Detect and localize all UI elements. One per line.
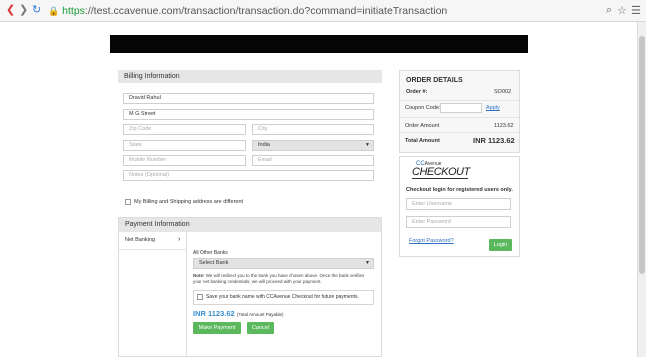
chevron-down-icon: ▼ (365, 142, 370, 148)
mobile-field[interactable]: Mobile Number (123, 155, 246, 166)
forgot-password-link[interactable]: Forgot Password? (409, 238, 454, 244)
total-value: INR 1123.62 (473, 136, 515, 145)
tab-divider (119, 249, 186, 250)
logo-checkout: CHECKOUT (412, 166, 470, 178)
shipping-diff-label: My Billing and Shipping address are diff… (134, 199, 244, 205)
login-button[interactable]: Login (489, 239, 512, 251)
chevron-down-icon: ▼ (365, 260, 370, 266)
country-value: India (258, 142, 270, 148)
cancel-button[interactable]: Cancel (247, 322, 274, 334)
payment-title: Payment Information (119, 218, 381, 232)
payable-amount: INR 1123.62 (193, 309, 235, 318)
bank-select[interactable]: Select Bank ▼ (193, 258, 374, 269)
search-icon[interactable]: ⌕ (606, 4, 612, 17)
merchant-banner (110, 35, 528, 53)
order-amount-value: 1123.62 (494, 123, 514, 129)
address-field[interactable]: M G Street (123, 109, 374, 120)
total-label: Total Amount (405, 138, 440, 144)
name-field[interactable]: Dravid Rahul (123, 93, 374, 104)
save-bank-checkbox[interactable] (197, 294, 203, 300)
forward-icon[interactable]: ❯ (19, 3, 28, 17)
state-field[interactable]: State (123, 140, 246, 151)
order-divider-1 (400, 100, 519, 101)
coupon-label: Coupon Code: (405, 105, 441, 111)
username-field[interactable]: Enter Username (406, 198, 511, 210)
browser-toolbar: ❮ ❯ ↻ 🔒 https://test.ccavenue.com/transa… (0, 0, 646, 22)
zip-field[interactable]: Zip Code (123, 124, 246, 135)
email-field[interactable]: Email (252, 155, 374, 166)
menu-icon[interactable]: ☰ (631, 4, 641, 17)
order-divider-3 (400, 132, 519, 133)
city-field[interactable]: City (252, 124, 374, 135)
payment-panel: Payment Information (118, 217, 382, 357)
scrollbar-thumb[interactable] (639, 36, 645, 274)
url-scheme: https (62, 5, 85, 17)
login-heading: Checkout login for registered users only… (406, 187, 513, 193)
apply-link[interactable]: Apply (486, 105, 500, 111)
payable-amount-note: (Total Amount Payable) (237, 312, 284, 317)
coupon-input[interactable] (440, 103, 482, 113)
order-divider-2 (400, 117, 519, 118)
url-rest: ://test.ccavenue.com/transaction/transac… (84, 5, 448, 17)
lock-icon: 🔒 (48, 6, 60, 16)
billing-title: Billing Information (118, 70, 382, 83)
order-amount-label: Order Amount (405, 123, 440, 129)
page-viewport: Billing Information Dravid Rahul M G Str… (0, 22, 637, 357)
password-field[interactable]: Enter Password (406, 216, 511, 228)
chevron-right-icon: › (178, 236, 181, 243)
note-text: We will redirect you to the bank you hav… (193, 273, 365, 284)
country-select[interactable]: India ▼ (252, 140, 374, 151)
shipping-diff-checkbox[interactable] (125, 199, 131, 205)
order-no-label: Order #: (406, 89, 428, 95)
logo-underline (412, 178, 468, 179)
scrollbar[interactable] (637, 22, 646, 357)
all-other-banks-label: All Other Banks (193, 250, 228, 256)
bank-select-value: Select Bank (199, 260, 229, 266)
notes-field[interactable]: Notes (Optional) (123, 170, 374, 181)
ccavenue-checkout-logo: CCAvenue CHECKOUT (412, 161, 470, 179)
redirect-note: Note: We will redirect you to the bank y… (193, 273, 374, 285)
star-icon[interactable]: ☆ (617, 4, 627, 17)
note-bold: Note: (193, 273, 205, 278)
order-details-title: ORDER DETAILS (406, 77, 463, 84)
reload-icon[interactable]: ↻ (32, 3, 41, 17)
address-bar[interactable]: 🔒 https://test.ccavenue.com/transaction/… (48, 3, 602, 19)
back-icon[interactable]: ❮ (6, 3, 15, 17)
make-payment-button[interactable]: Make Payment (193, 322, 241, 334)
order-no-value: SO002 (494, 89, 512, 95)
save-bank-label: Save your bank name with CCAvenue Checko… (206, 294, 359, 300)
tab-net-banking[interactable]: Net Banking (125, 237, 155, 243)
tab-separator (186, 231, 187, 357)
